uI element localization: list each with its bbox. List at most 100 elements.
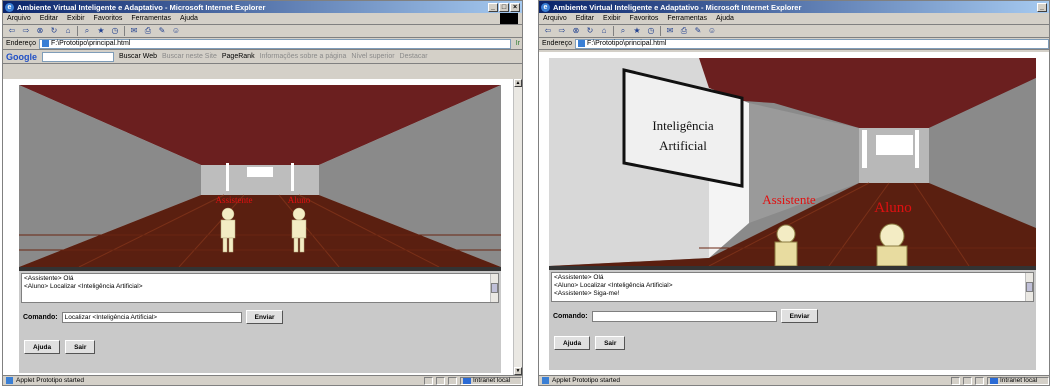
close-button[interactable]: ×: [510, 2, 520, 12]
log-scrollbar[interactable]: [490, 274, 498, 302]
action-buttons: Ajuda Sair: [24, 340, 96, 354]
address-field[interactable]: F:\Prototipo\principal.html: [38, 38, 511, 49]
google-page-info[interactable]: Informações sobre a página: [260, 53, 347, 60]
ie-logo-icon: e: [541, 2, 550, 12]
menu-arquivo[interactable]: Arquivo: [543, 15, 567, 22]
exit-button[interactable]: Sair: [65, 340, 96, 354]
menu-ajuda[interactable]: Ajuda: [180, 15, 198, 22]
print-icon[interactable]: ⎙: [143, 26, 153, 36]
chat-log[interactable]: <Assistente> Olá <Aluno> Localizar <Inte…: [21, 273, 499, 303]
messenger-icon[interactable]: ☺: [171, 26, 181, 36]
google-up-level[interactable]: Nível superior: [351, 53, 394, 60]
menu-exibir[interactable]: Exibir: [67, 15, 85, 22]
address-label: Endereço: [6, 40, 36, 47]
help-button[interactable]: Ajuda: [24, 340, 61, 354]
status-pane: [975, 376, 984, 385]
page-scrollbar[interactable]: ▲ ▼: [513, 79, 522, 375]
maximize-button[interactable]: □: [499, 2, 509, 12]
home-icon[interactable]: ⌂: [63, 26, 73, 36]
history-icon[interactable]: ◷: [646, 26, 656, 36]
toolbar-separator: [613, 26, 614, 36]
scroll-down-arrow[interactable]: ▼: [514, 367, 522, 375]
log-scroll-thumb[interactable]: [1026, 282, 1033, 292]
edit-icon[interactable]: ✎: [157, 26, 167, 36]
favorites-icon[interactable]: ★: [96, 26, 106, 36]
address-label: Endereço: [542, 40, 572, 47]
title-bar[interactable]: e Ambiente Virtual Inteligente e Adaptat…: [3, 1, 522, 13]
log-scroll-thumb[interactable]: [491, 283, 498, 293]
google-search-web[interactable]: Buscar Web: [119, 53, 157, 60]
window-title: Ambiente Virtual Inteligente e Adaptativ…: [553, 2, 802, 12]
title-bar[interactable]: e Ambiente Virtual Inteligente e Adaptat…: [539, 1, 1049, 13]
action-buttons: Ajuda Sair: [554, 336, 626, 350]
scene-divider: [549, 266, 1036, 270]
browser-window-right: e Ambiente Virtual Inteligente e Adaptat…: [538, 0, 1050, 386]
send-button[interactable]: Enviar: [780, 309, 819, 323]
menu-favoritos[interactable]: Favoritos: [94, 15, 123, 22]
home-icon[interactable]: ⌂: [599, 26, 609, 36]
back-icon[interactable]: ⇦: [543, 26, 553, 36]
search-icon[interactable]: ⌕: [618, 26, 628, 36]
history-icon[interactable]: ◷: [110, 26, 120, 36]
page-icon: [41, 40, 49, 47]
messenger-icon[interactable]: ☺: [707, 26, 717, 36]
menu-arquivo[interactable]: Arquivo: [7, 15, 31, 22]
assistant-label: Assistente: [762, 192, 816, 207]
student-label: Aluno: [288, 195, 311, 205]
log-scrollbar[interactable]: [1025, 273, 1033, 301]
send-button[interactable]: Enviar: [245, 310, 284, 324]
mail-icon[interactable]: ✉: [665, 26, 675, 36]
scroll-up-arrow[interactable]: ▲: [514, 79, 522, 87]
menu-exibir[interactable]: Exibir: [603, 15, 621, 22]
command-input[interactable]: [591, 310, 777, 322]
chat-log[interactable]: <Assistente> Olá <Aluno> Localizar <Inte…: [551, 272, 1034, 302]
minimize-button[interactable]: _: [1037, 2, 1047, 12]
refresh-icon[interactable]: ↻: [49, 26, 59, 36]
zone-text: Intranet local: [473, 377, 511, 384]
sign-line-1: Inteligência: [652, 118, 714, 133]
search-icon[interactable]: ⌕: [82, 26, 92, 36]
google-highlight[interactable]: Destacar: [400, 53, 428, 60]
assistant-avatar[interactable]: [774, 224, 798, 266]
google-toolbar: Google Buscar Web Buscar neste Site Page…: [3, 50, 522, 64]
menu-editar[interactable]: Editar: [40, 15, 58, 22]
menu-ferramentas[interactable]: Ferramentas: [667, 15, 707, 22]
help-button[interactable]: Ajuda: [554, 336, 591, 350]
security-zone: Intranet local: [460, 376, 522, 385]
menu-ferramentas[interactable]: Ferramentas: [131, 15, 171, 22]
menu-editar[interactable]: Editar: [576, 15, 594, 22]
toolbar-separator: [124, 26, 125, 36]
java-applet: Assistente Aluno <Assistente> Olá <Aluno…: [19, 85, 501, 373]
address-field[interactable]: F:\Prototipo\principal.html: [574, 38, 1049, 49]
menu-favoritos[interactable]: Favoritos: [630, 15, 659, 22]
go-button[interactable]: Ir: [514, 40, 522, 47]
virtual-corridor-scene[interactable]: Assistente Aluno: [19, 85, 501, 267]
google-search-site[interactable]: Buscar neste Site: [162, 53, 217, 60]
page-content: Inteligência Artificial Assistente Aluno: [539, 52, 1049, 375]
stop-icon[interactable]: ⊗: [35, 26, 45, 36]
exit-button[interactable]: Sair: [595, 336, 626, 350]
page-icon: [6, 377, 13, 384]
google-pagerank[interactable]: PageRank: [222, 53, 255, 60]
back-icon[interactable]: ⇦: [7, 26, 17, 36]
forward-icon[interactable]: ⇨: [557, 26, 567, 36]
refresh-icon[interactable]: ↻: [585, 26, 595, 36]
favorites-icon[interactable]: ★: [632, 26, 642, 36]
ie-logo-icon: e: [5, 2, 14, 12]
forward-icon[interactable]: ⇨: [21, 26, 31, 36]
command-row: Comando: Enviar: [553, 309, 819, 323]
google-logo[interactable]: Google: [6, 52, 37, 62]
mail-icon[interactable]: ✉: [129, 26, 139, 36]
minimize-button[interactable]: _: [488, 2, 498, 12]
stop-icon[interactable]: ⊗: [571, 26, 581, 36]
status-bar: Applet Prototipo started Intranet local: [3, 375, 522, 385]
log-line: <Aluno> Localizar <Inteligência Artifici…: [24, 283, 143, 290]
command-input[interactable]: [61, 311, 242, 323]
virtual-corridor-scene[interactable]: Inteligência Artificial Assistente Aluno: [549, 58, 1036, 266]
google-search-input[interactable]: [42, 51, 114, 62]
print-icon[interactable]: ⎙: [679, 26, 689, 36]
corridor-canvas: Inteligência Artificial Assistente Aluno: [549, 58, 1036, 266]
menu-ajuda[interactable]: Ajuda: [716, 15, 734, 22]
edit-icon[interactable]: ✎: [693, 26, 703, 36]
menu-bar: Arquivo Editar Exibir Favoritos Ferramen…: [3, 13, 522, 25]
